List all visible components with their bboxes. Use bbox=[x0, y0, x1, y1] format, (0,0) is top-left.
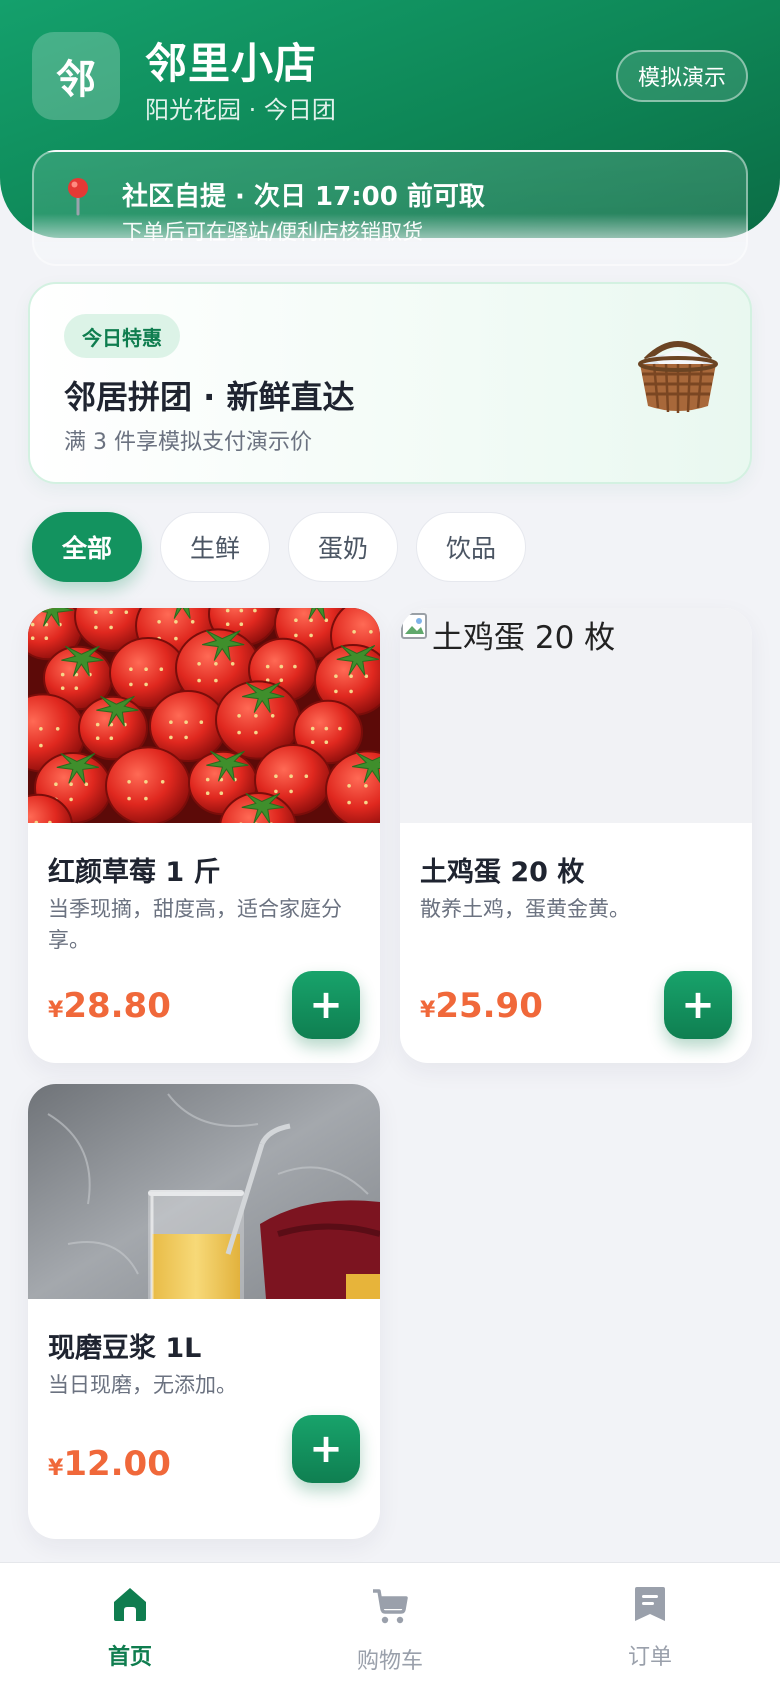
bottom-navigation: 首页 购物车 订单 bbox=[0, 1562, 780, 1688]
shop-logo: 邻 bbox=[32, 32, 120, 120]
pickup-info-card: 社区自提 · 次日 17:00 前可取 下单后可在驿站/便利店核销取货 bbox=[32, 150, 748, 266]
tab-drinks[interactable]: 饮品 bbox=[416, 512, 526, 582]
nav-label: 订单 bbox=[627, 1645, 672, 1670]
product-description: 当日现磨，无添加。 bbox=[48, 1373, 237, 1397]
product-title: 土鸡蛋 20 枚 bbox=[420, 857, 585, 888]
promo-subtitle: 满 3 件享模拟支付演示价 bbox=[64, 430, 312, 455]
promo-badge: 今日特惠 bbox=[64, 314, 180, 358]
tab-fresh[interactable]: 生鲜 bbox=[160, 512, 270, 582]
pickup-subtitle: 下单后可在驿站/便利店核销取货 bbox=[122, 220, 424, 244]
product-image-drink bbox=[28, 1084, 380, 1299]
product-description: 散养土鸡，蛋黄金黄。 bbox=[420, 897, 630, 921]
add-to-cart-button[interactable]: + bbox=[292, 1415, 360, 1483]
nav-label: 首页 bbox=[107, 1645, 152, 1670]
add-to-cart-button[interactable]: + bbox=[664, 971, 732, 1039]
product-card[interactable]: 红颜草莓 1 斤 当季现摘，甜度高，适合家庭分享。 ¥28.80 + bbox=[28, 608, 380, 1063]
basket-icon bbox=[638, 341, 718, 413]
demo-button[interactable]: 模拟演示 bbox=[616, 50, 748, 102]
product-title: 现磨豆浆 1L bbox=[48, 1333, 202, 1364]
pickup-title: 社区自提 · 次日 17:00 前可取 bbox=[122, 182, 485, 212]
product-price: ¥28.80 bbox=[48, 986, 171, 1026]
order-icon bbox=[635, 1587, 665, 1621]
promo-card[interactable]: 今日特惠 邻居拼团 · 新鲜直达 满 3 件享模拟支付演示价 bbox=[28, 282, 752, 484]
broken-image-icon bbox=[401, 613, 427, 639]
product-card[interactable]: 现磨豆浆 1L 当日现磨，无添加。 ¥12.00 + bbox=[28, 1084, 380, 1539]
nav-label: 购物车 bbox=[356, 1649, 423, 1674]
product-price: ¥12.00 bbox=[48, 1444, 171, 1484]
nav-cart[interactable]: 购物车 bbox=[260, 1563, 520, 1688]
product-card[interactable]: 土鸡蛋 20 枚 土鸡蛋 20 枚 散养土鸡，蛋黄金黄。 ¥25.90 + bbox=[400, 608, 752, 1063]
map-pin-icon bbox=[68, 178, 88, 216]
product-description: 当季现摘，甜度高，适合家庭分享。 bbox=[48, 897, 342, 952]
tab-all[interactable]: 全部 bbox=[32, 512, 142, 582]
tab-eggs-dairy[interactable]: 蛋奶 bbox=[288, 512, 398, 582]
promo-title: 邻居拼团 · 新鲜直达 bbox=[64, 378, 355, 416]
product-image-broken: 土鸡蛋 20 枚 bbox=[400, 608, 752, 823]
product-title: 红颜草莓 1 斤 bbox=[48, 857, 221, 888]
shop-name: 邻里小店 bbox=[145, 39, 318, 88]
cart-icon bbox=[373, 1589, 408, 1624]
image-alt-text: 土鸡蛋 20 枚 bbox=[432, 620, 616, 656]
nav-orders[interactable]: 订单 bbox=[520, 1563, 780, 1688]
home-icon bbox=[114, 1588, 146, 1621]
product-image-strawberries bbox=[28, 608, 380, 823]
product-price: ¥25.90 bbox=[420, 986, 543, 1026]
shop-subtitle: 阳光花园 · 今日团 bbox=[145, 96, 336, 124]
add-to-cart-button[interactable]: + bbox=[292, 971, 360, 1039]
nav-home[interactable]: 首页 bbox=[0, 1563, 260, 1688]
